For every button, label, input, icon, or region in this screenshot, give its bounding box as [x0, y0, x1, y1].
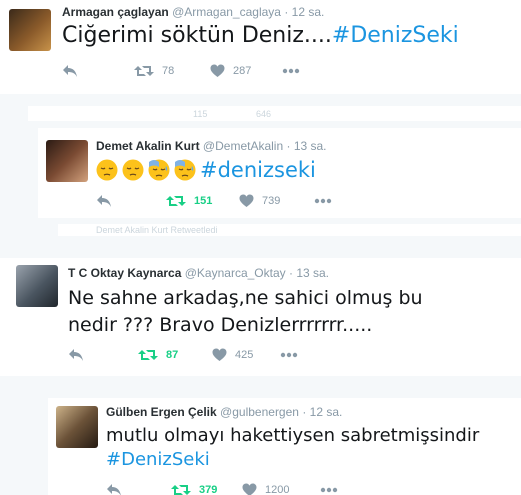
like-button[interactable]: 425 — [212, 347, 253, 363]
more-button[interactable] — [280, 347, 298, 363]
tweet-card[interactable]: Armagan çaglayan @Armagan_caglaya · 12 s… — [0, 0, 521, 94]
author-handle[interactable]: @gulbenergen — [220, 405, 299, 419]
retweeted-by-text: Demet Akalin Kurt Retweetledi — [96, 225, 218, 235]
tweet-card[interactable]: Demet Akalin Kurt @DemetAkalin · 13 sa. … — [38, 128, 521, 218]
timestamp[interactable]: · 12 sa. — [302, 405, 342, 419]
reply-icon — [63, 65, 77, 77]
timestamp[interactable]: · 12 sa. — [284, 5, 324, 19]
author-name[interactable]: Armagan çaglayan — [62, 5, 169, 19]
like-count: 739 — [262, 195, 281, 207]
like-count: 287 — [233, 65, 252, 77]
author-name[interactable]: Demet Akalin Kurt — [96, 139, 200, 153]
retweet-count: 78 — [162, 65, 175, 77]
more-button[interactable] — [314, 193, 332, 209]
more-button[interactable] — [320, 482, 338, 495]
avatar[interactable] — [16, 265, 58, 307]
reply-button[interactable] — [96, 193, 112, 209]
hashtag-link[interactable]: #denizseki — [200, 158, 316, 182]
like-icon — [212, 348, 227, 361]
more-button[interactable] — [282, 63, 300, 79]
downcast-face-with-sweat-icon — [148, 159, 170, 181]
retweet-count: 87 — [166, 349, 179, 361]
retweet-button[interactable]: 87 — [138, 347, 178, 363]
downcast-face-with-sweat-icon — [174, 159, 196, 181]
retweet-button[interactable]: 78 — [134, 63, 174, 79]
tweet-actions: 379 1200 — [106, 482, 406, 495]
tweet-text: Ciğerimi söktün Deniz....#DenizSeki — [62, 23, 459, 48]
retweet-icon — [134, 66, 154, 76]
hashtag-link[interactable]: #DenizSeki — [332, 23, 459, 48]
pensive-face-icon — [96, 159, 118, 181]
like-icon — [210, 64, 225, 77]
author-name[interactable]: T C Oktay Kaynarca — [68, 266, 181, 280]
retweeted-by-fragment: Demet Akalin Kurt Retweetledi — [58, 224, 521, 236]
like-count: 425 — [235, 349, 254, 361]
avatar[interactable] — [9, 9, 51, 51]
more-icon — [320, 487, 338, 493]
retweet-icon — [166, 196, 186, 206]
pensive-face-icon — [122, 159, 144, 181]
author-handle[interactable]: @Armagan_caglaya — [172, 5, 281, 19]
reply-button[interactable] — [62, 63, 78, 79]
more-icon — [314, 198, 332, 204]
avatar[interactable] — [46, 140, 88, 182]
partial-tweet-fragment: 115 646 — [28, 106, 521, 121]
retweet-icon — [138, 350, 158, 360]
hashtag-link[interactable]: #DenizSeki — [106, 448, 479, 472]
like-button[interactable]: 1200 — [242, 482, 289, 495]
retweet-count: 379 — [199, 484, 218, 495]
tweet-text: Ne sahne arkadaş,ne sahici olmuş bu nedi… — [68, 285, 423, 339]
reply-button[interactable] — [106, 482, 122, 495]
avatar[interactable] — [56, 406, 98, 448]
timestamp[interactable]: · 13 sa. — [286, 139, 326, 153]
tweet-card[interactable]: Gülben Ergen Çelik @gulbenergen · 12 sa.… — [48, 398, 521, 495]
tweet-text-line: Ne sahne arkadaş,ne sahici olmuş bu — [68, 287, 423, 309]
tweet-actions: 78 287 — [62, 63, 362, 79]
tweet-text: mutlu olmayı hakettiysen sabretmişsindir… — [106, 424, 479, 472]
author-name[interactable]: Gülben Ergen Çelik — [106, 405, 217, 419]
like-icon — [239, 194, 254, 207]
like-button[interactable]: 739 — [239, 193, 280, 209]
like-button[interactable]: 287 — [210, 63, 251, 79]
tweet-card[interactable]: T C Oktay Kaynarca @Kaynarca_Oktay · 13 … — [0, 258, 521, 376]
retweet-count: 151 — [194, 195, 213, 207]
more-icon — [282, 68, 300, 74]
timestamp[interactable]: · 13 sa. — [289, 266, 329, 280]
author-handle[interactable]: @DemetAkalin — [203, 139, 283, 153]
fragment-like-count: 646 — [256, 109, 272, 119]
like-count: 1200 — [265, 484, 290, 495]
more-icon — [280, 352, 298, 358]
reply-icon — [107, 484, 121, 495]
reply-icon — [69, 349, 83, 361]
author-handle[interactable]: @Kaynarca_Oktay — [185, 266, 286, 280]
retweet-icon — [171, 485, 191, 495]
retweet-button[interactable]: 151 — [166, 193, 212, 209]
tweet-text-line: mutlu olmayı hakettiysen sabretmişsindir — [106, 425, 480, 446]
tweet-text: #denizseki — [96, 157, 316, 182]
retweet-button[interactable]: 379 — [171, 482, 217, 495]
reply-icon — [97, 195, 111, 207]
tweet-actions: 87 425 — [68, 347, 368, 363]
tweet-actions: 151 739 — [96, 193, 396, 209]
tweet-text-line: nedir ??? Bravo Denizlerrrrrrr..... — [68, 314, 373, 336]
like-icon — [242, 483, 257, 495]
reply-button[interactable] — [68, 347, 84, 363]
fragment-retweet-count: 115 — [193, 109, 208, 119]
